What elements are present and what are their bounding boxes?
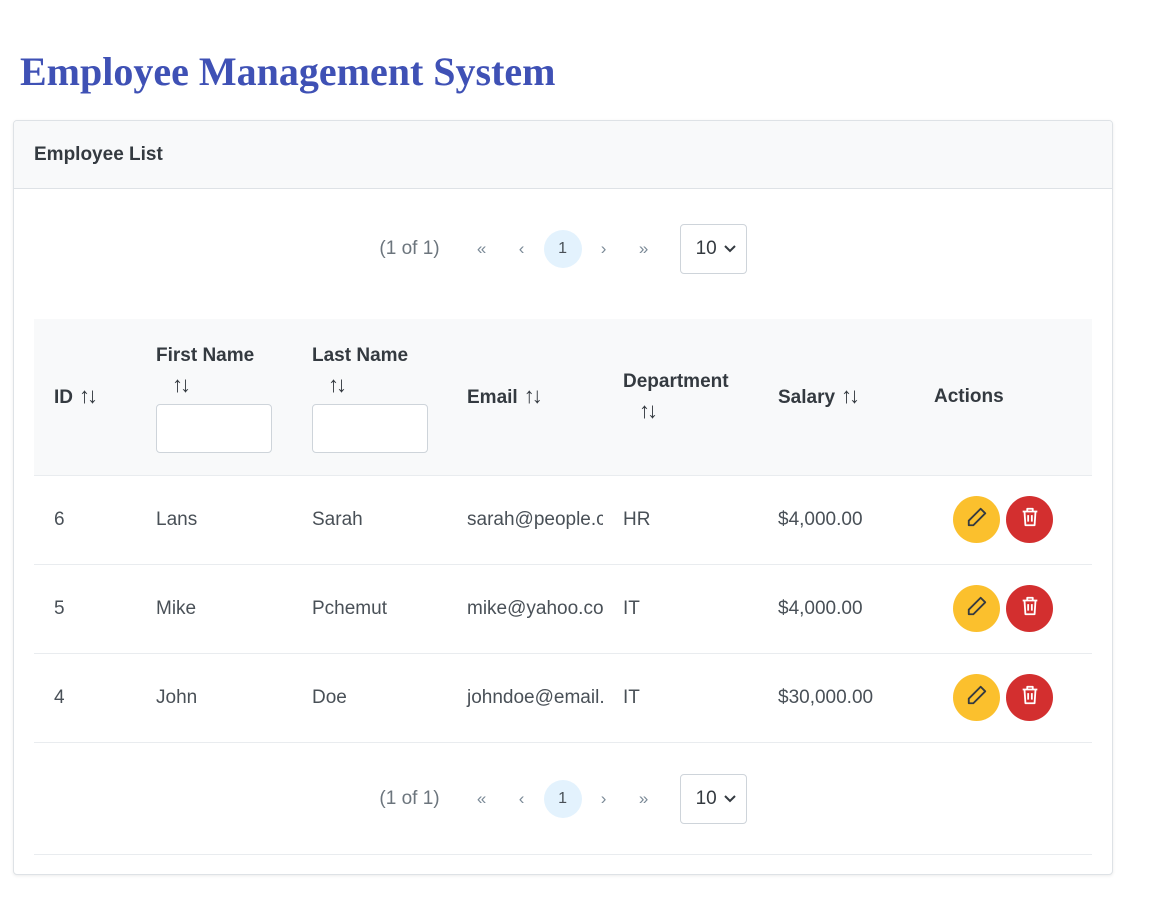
- delete-button[interactable]: [1006, 496, 1053, 543]
- next-page-button[interactable]: ›: [584, 230, 624, 268]
- first-name-filter-input[interactable]: [156, 403, 272, 453]
- employee-table: ID ↑↓ First Name ↑↓ Last Name ↑↓ Email ↑↓: [34, 319, 1092, 743]
- sort-icon: ↑↓: [841, 383, 860, 409]
- cell-first-name: Lans: [136, 475, 292, 565]
- last-page-button[interactable]: »: [624, 780, 664, 818]
- cell-email: mike@yahoo.com: [447, 564, 603, 654]
- sort-icon: ↑↓: [172, 371, 191, 397]
- cell-id: 6: [34, 475, 136, 565]
- last-page-button[interactable]: »: [624, 230, 664, 268]
- trash-icon: [1019, 684, 1041, 712]
- column-header-last-name[interactable]: Last Name ↑↓: [292, 319, 447, 476]
- cell-actions: [914, 564, 1092, 654]
- page-report: (1 of 1): [379, 787, 440, 809]
- cell-last-name: Doe: [292, 653, 447, 743]
- rows-per-page-value: 10: [695, 787, 717, 809]
- table-row: 6 Lans Sarah sarah@people.com HR $4,000.…: [34, 475, 1092, 565]
- cell-email: sarah@people.com: [447, 475, 603, 565]
- first-page-button[interactable]: «: [462, 230, 502, 268]
- chevron-down-icon: [723, 792, 736, 806]
- delete-button[interactable]: [1006, 585, 1053, 632]
- sort-icon: ↑↓: [639, 397, 658, 423]
- prev-page-button[interactable]: ‹: [502, 230, 542, 268]
- cell-actions: [914, 653, 1092, 743]
- pencil-icon: [966, 506, 988, 534]
- cell-email: johndoe@email.com: [447, 653, 603, 743]
- page-1-button[interactable]: 1: [543, 779, 582, 818]
- page-report: (1 of 1): [379, 238, 440, 259]
- trash-icon: [1019, 595, 1041, 623]
- cell-id: 4: [34, 653, 136, 743]
- first-page-button[interactable]: «: [462, 780, 502, 818]
- bottom-paginator: (1 of 1) « ‹ 1 › » 10: [34, 749, 1092, 849]
- next-page-button[interactable]: ›: [584, 780, 624, 818]
- delete-button[interactable]: [1006, 674, 1053, 721]
- sort-icon: ↑↓: [79, 383, 98, 409]
- column-header-department[interactable]: Department ↑↓: [603, 319, 758, 476]
- cell-actions: [914, 475, 1092, 565]
- column-header-first-name[interactable]: First Name ↑↓: [136, 319, 292, 476]
- cell-department: HR: [603, 475, 758, 565]
- cell-last-name: Pchemut: [292, 564, 447, 654]
- cell-first-name: Mike: [136, 564, 292, 654]
- table-row: 5 Mike Pchemut mike@yahoo.com IT $4,000.…: [34, 564, 1092, 654]
- cell-last-name: Sarah: [292, 475, 447, 565]
- employee-list-card: Employee List (1 of 1) « ‹ 1 › » 10 ID ↑…: [13, 120, 1113, 875]
- table-header-row: ID ↑↓ First Name ↑↓ Last Name ↑↓ Email ↑↓: [34, 319, 1092, 476]
- cell-first-name: John: [136, 653, 292, 743]
- card-body: (1 of 1) « ‹ 1 › » 10 ID ↑↓ First Name ↑…: [14, 199, 1112, 855]
- page-title: Employee Management System: [20, 49, 556, 94]
- column-header-actions: Actions: [914, 319, 1092, 476]
- column-header-email[interactable]: Email ↑↓: [447, 319, 603, 476]
- cell-department: IT: [603, 564, 758, 654]
- rows-per-page-select[interactable]: 10: [679, 224, 747, 274]
- column-header-salary[interactable]: Salary ↑↓: [758, 319, 914, 476]
- edit-button[interactable]: [953, 585, 1000, 632]
- edit-button[interactable]: [953, 496, 1000, 543]
- trash-icon: [1019, 506, 1041, 534]
- last-name-filter-input[interactable]: [312, 403, 428, 453]
- pencil-icon: [966, 684, 988, 712]
- chevron-down-icon: [723, 242, 736, 256]
- sort-icon: ↑↓: [328, 371, 347, 397]
- top-paginator: (1 of 1) « ‹ 1 › » 10: [34, 199, 1092, 299]
- card-header: Employee List: [14, 121, 1112, 189]
- rows-per-page-select[interactable]: 10: [679, 773, 747, 824]
- page-1-button[interactable]: 1: [543, 230, 582, 268]
- rows-per-page-value: 10: [695, 238, 717, 259]
- cell-salary: $4,000.00: [758, 564, 914, 654]
- prev-page-button[interactable]: ‹: [502, 780, 542, 818]
- sort-icon: ↑↓: [523, 383, 543, 409]
- cell-salary: $30,000.00: [758, 653, 914, 743]
- pencil-icon: [966, 595, 988, 623]
- cell-id: 5: [34, 564, 136, 654]
- divider: [34, 853, 1092, 855]
- cell-department: IT: [603, 653, 758, 743]
- column-header-id[interactable]: ID ↑↓: [34, 319, 136, 476]
- table-row: 4 John Doe johndoe@email.com IT $30,000.…: [34, 653, 1092, 743]
- edit-button[interactable]: [953, 674, 1000, 721]
- cell-salary: $4,000.00: [758, 475, 914, 565]
